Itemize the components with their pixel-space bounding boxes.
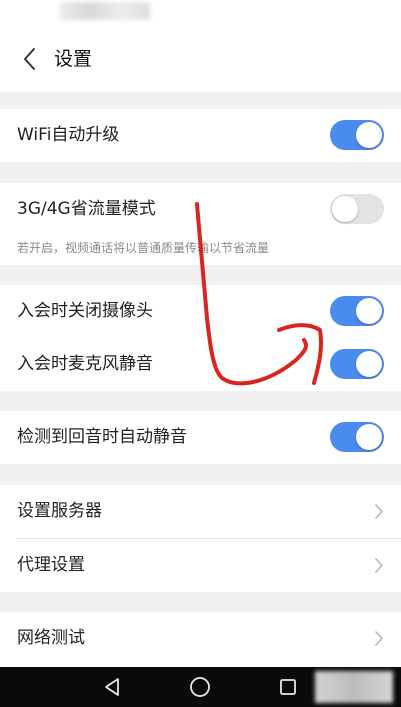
- setting-row-mic-mute: 入会时麦克风静音: [0, 338, 401, 391]
- setting-row-network-test[interactable]: 网络测试: [0, 612, 401, 665]
- setting-row-server[interactable]: 设置服务器: [0, 485, 401, 538]
- settings-group-server: 设置服务器 代理设置: [0, 485, 401, 592]
- camera-off-toggle[interactable]: [330, 296, 384, 326]
- toggle-knob: [356, 298, 382, 324]
- header: 设置: [0, 24, 401, 92]
- recents-square-icon: [280, 679, 296, 695]
- status-bar-blur: [60, 2, 150, 20]
- wifi-upgrade-toggle[interactable]: [330, 120, 384, 150]
- echo-mute-toggle[interactable]: [330, 422, 384, 452]
- setting-row-wifi-upgrade: WiFi自动升级: [0, 109, 401, 162]
- chevron-right-icon: [375, 558, 383, 573]
- mic-mute-toggle[interactable]: [330, 349, 384, 379]
- chevron-right-icon: [375, 504, 383, 519]
- data-saver-hint: 若开启，视频通话将以普通质量传输以节省流量: [17, 241, 270, 255]
- setting-row-echo-mute: 检测到回音时自动静音: [0, 411, 401, 464]
- setting-label: 检测到回音时自动静音: [17, 427, 187, 447]
- nav-back-button[interactable]: [100, 675, 124, 699]
- back-triangle-icon: [105, 678, 119, 696]
- settings-group-network: 网络测试: [0, 612, 401, 667]
- toggle-knob: [356, 351, 382, 377]
- data-saver-toggle[interactable]: [330, 194, 384, 224]
- setting-row-data-saver: 3G/4G省流量模式: [0, 183, 401, 236]
- nav-bar-blur: [315, 671, 393, 703]
- chevron-right-icon: [375, 631, 383, 646]
- toggle-knob: [356, 122, 382, 148]
- setting-label: 入会时麦克风静音: [17, 354, 153, 374]
- setting-row-proxy[interactable]: 代理设置: [0, 539, 401, 592]
- settings-group-wifi: WiFi自动升级: [0, 109, 401, 162]
- navigation-bar: [0, 667, 401, 707]
- setting-label: 入会时关闭摄像头: [17, 301, 153, 321]
- settings-group-join: 入会时关闭摄像头 入会时麦克风静音: [0, 285, 401, 391]
- settings-group-echo: 检测到回音时自动静音: [0, 411, 401, 464]
- settings-group-data-saver: 3G/4G省流量模式 若开启，视频通话将以普通质量传输以节省流量: [0, 183, 401, 265]
- back-button[interactable]: [16, 44, 46, 74]
- status-bar: [0, 0, 401, 24]
- setting-label: 网络测试: [17, 628, 85, 648]
- home-circle-icon: [190, 677, 210, 697]
- setting-label: 代理设置: [17, 555, 85, 575]
- nav-home-button[interactable]: [188, 675, 212, 699]
- setting-label: 设置服务器: [17, 501, 102, 521]
- setting-label: WiFi自动升级: [17, 125, 120, 145]
- nav-recents-button[interactable]: [276, 675, 300, 699]
- setting-label: 3G/4G省流量模式: [17, 199, 156, 219]
- toggle-knob: [332, 196, 358, 222]
- toggle-knob: [356, 424, 382, 450]
- setting-row-camera-off: 入会时关闭摄像头: [0, 285, 401, 338]
- chevron-left-icon: [24, 48, 35, 70]
- page-title: 设置: [54, 48, 93, 70]
